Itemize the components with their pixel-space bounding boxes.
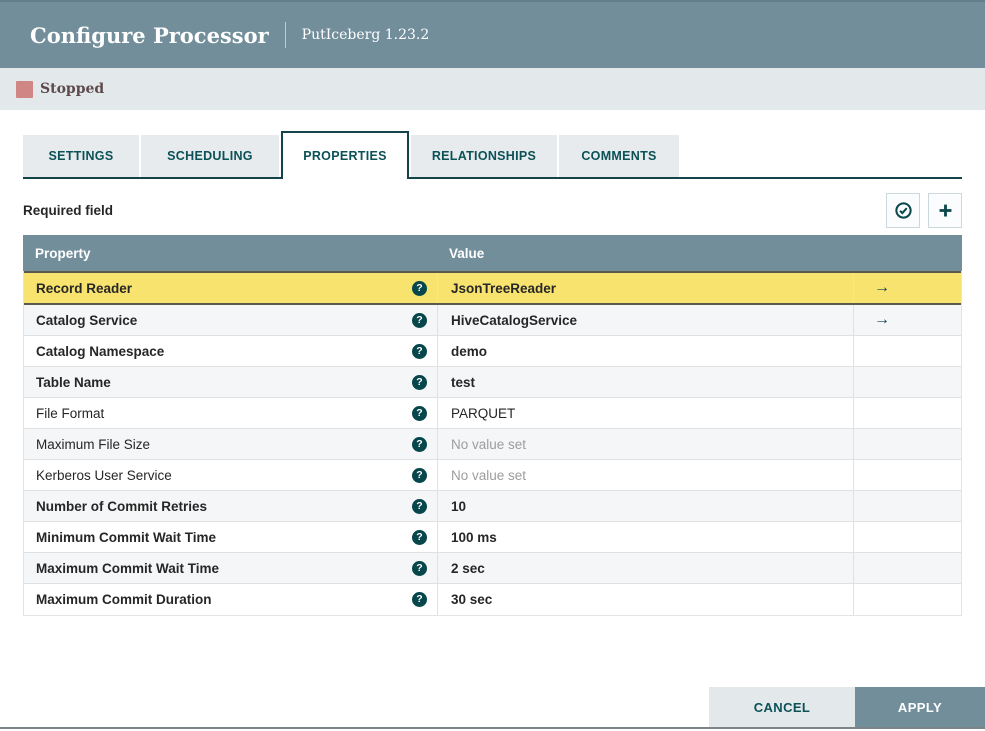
property-value-cell[interactable]: HiveCatalogService: [437, 305, 853, 335]
help-icon[interactable]: ?: [412, 312, 427, 328]
property-name-cell: Kerberos User Service?: [24, 460, 437, 490]
property-value-cell[interactable]: JsonTreeReader: [437, 273, 853, 303]
property-name-cell: Catalog Namespace?: [24, 336, 437, 366]
property-name: Maximum Commit Duration: [36, 592, 212, 607]
property-actions-cell: [853, 429, 961, 459]
dialog-header: Configure Processor PutIceberg 1.23.2: [0, 0, 985, 68]
property-row: Maximum Commit Wait Time? 2 sec: [24, 553, 961, 584]
property-actions-cell: →: [853, 305, 961, 335]
property-actions-cell: [853, 460, 961, 490]
apply-button[interactable]: APPLY: [855, 687, 985, 727]
processor-name-version: PutIceberg 1.23.2: [301, 27, 430, 43]
properties-toolbar: Required field: [23, 192, 962, 228]
title-divider: [284, 22, 286, 48]
properties-table: Property Value Record Reader? JsonTreeRea…: [23, 235, 962, 616]
property-actions-cell: [853, 398, 961, 428]
property-name: Record Reader: [36, 280, 133, 296]
property-value-cell[interactable]: test: [437, 367, 853, 397]
property-row: Catalog Namespace? demo: [24, 336, 961, 367]
property-value-cell[interactable]: demo: [437, 336, 853, 366]
tab-settings[interactable]: SETTINGS: [23, 135, 139, 177]
property-name: File Format: [36, 405, 105, 421]
property-name: Catalog Namespace: [36, 343, 165, 359]
property-value-cell[interactable]: 30 sec: [437, 584, 853, 615]
tab-bar: SETTINGS SCHEDULING PROPERTIES RELATIONSHIP…: [23, 131, 679, 179]
help-icon[interactable]: ?: [412, 498, 427, 514]
property-row: Kerberos User Service? No value set: [24, 460, 961, 491]
dialog-footer: CANCEL APPLY: [709, 687, 985, 727]
property-row: Table Name? test: [24, 367, 961, 398]
property-actions: [886, 192, 962, 228]
property-name-cell: Table Name?: [24, 367, 437, 397]
goto-service-arrow-icon[interactable]: →: [874, 280, 890, 296]
property-name: Table Name: [36, 374, 111, 390]
property-actions-cell: [853, 491, 961, 521]
configure-processor-dialog: Configure Processor PutIceberg 1.23.2 St…: [0, 0, 985, 731]
property-name-cell: Maximum File Size?: [24, 429, 437, 459]
property-name: Catalog Service: [36, 312, 138, 328]
property-name: Number of Commit Retries: [36, 498, 208, 514]
property-value-cell[interactable]: PARQUET: [437, 398, 853, 428]
tab-comments[interactable]: COMMENTS: [559, 135, 679, 177]
property-actions-cell: [853, 584, 961, 615]
plus-icon: [936, 201, 955, 220]
property-name-cell: Minimum Commit Wait Time?: [24, 522, 437, 552]
table-body: Record Reader? JsonTreeReader → Catalog Ser…: [23, 271, 962, 616]
help-icon[interactable]: ?: [412, 405, 427, 421]
tab-relationships[interactable]: RELATIONSHIPS: [411, 135, 557, 177]
help-icon[interactable]: ?: [412, 343, 427, 359]
column-header-value: Value: [449, 245, 485, 261]
property-row: File Format? PARQUET: [24, 398, 961, 429]
property-name-cell: Maximum Commit Wait Time?: [24, 553, 437, 583]
property-row: Maximum Commit Duration? 30 sec: [24, 584, 961, 615]
property-name-cell: Catalog Service?: [24, 305, 437, 335]
add-property-button[interactable]: [928, 192, 962, 228]
property-name-cell: File Format?: [24, 398, 437, 428]
help-icon[interactable]: ?: [412, 467, 427, 483]
property-name-cell: Maximum Commit Duration?: [24, 584, 437, 615]
dialog-title: Configure Processor: [30, 22, 269, 48]
help-icon[interactable]: ?: [412, 280, 427, 296]
check-circle-icon: [894, 201, 913, 220]
property-actions-cell: →: [853, 273, 961, 303]
cancel-button[interactable]: CANCEL: [709, 687, 855, 727]
help-icon[interactable]: ?: [412, 529, 427, 545]
property-name: Kerberos User Service: [36, 467, 172, 483]
property-row: Catalog Service? HiveCatalogService →: [24, 305, 961, 336]
goto-service-arrow-icon[interactable]: →: [874, 312, 890, 328]
verify-properties-button[interactable]: [886, 192, 920, 228]
property-name: Maximum Commit Wait Time: [36, 560, 220, 576]
dialog-bottom-edge: [0, 727, 985, 729]
property-row: Record Reader? JsonTreeReader →: [24, 271, 961, 305]
property-value-cell[interactable]: No value set: [437, 429, 853, 459]
property-actions-cell: [853, 553, 961, 583]
property-name: Maximum File Size: [36, 436, 151, 452]
property-value-cell[interactable]: 10: [437, 491, 853, 521]
property-value-cell[interactable]: No value set: [437, 460, 853, 490]
property-actions-cell: [853, 522, 961, 552]
property-value-cell[interactable]: 100 ms: [437, 522, 853, 552]
stopped-status-icon: [16, 80, 33, 98]
help-icon[interactable]: ?: [412, 436, 427, 452]
help-icon[interactable]: ?: [412, 560, 427, 576]
property-row: Minimum Commit Wait Time? 100 ms: [24, 522, 961, 553]
property-actions-cell: [853, 367, 961, 397]
help-icon[interactable]: ?: [412, 374, 427, 390]
tab-scheduling[interactable]: SCHEDULING: [141, 135, 279, 177]
property-name-cell: Record Reader?: [24, 273, 437, 303]
status-bar: Stopped: [0, 68, 985, 110]
property-name-cell: Number of Commit Retries?: [24, 491, 437, 521]
property-actions-cell: [853, 336, 961, 366]
tab-properties[interactable]: PROPERTIES: [281, 131, 409, 179]
table-header: Property Value: [23, 235, 962, 271]
required-field-label: Required field: [23, 202, 114, 218]
tab-underline: [23, 177, 962, 179]
help-icon[interactable]: ?: [412, 592, 427, 607]
property-row: Maximum File Size? No value set: [24, 429, 961, 460]
property-name: Minimum Commit Wait Time: [36, 529, 217, 545]
property-row: Number of Commit Retries? 10: [24, 491, 961, 522]
property-value-cell[interactable]: 2 sec: [437, 553, 853, 583]
status-label: Stopped: [40, 81, 105, 97]
column-header-property: Property: [35, 245, 91, 261]
